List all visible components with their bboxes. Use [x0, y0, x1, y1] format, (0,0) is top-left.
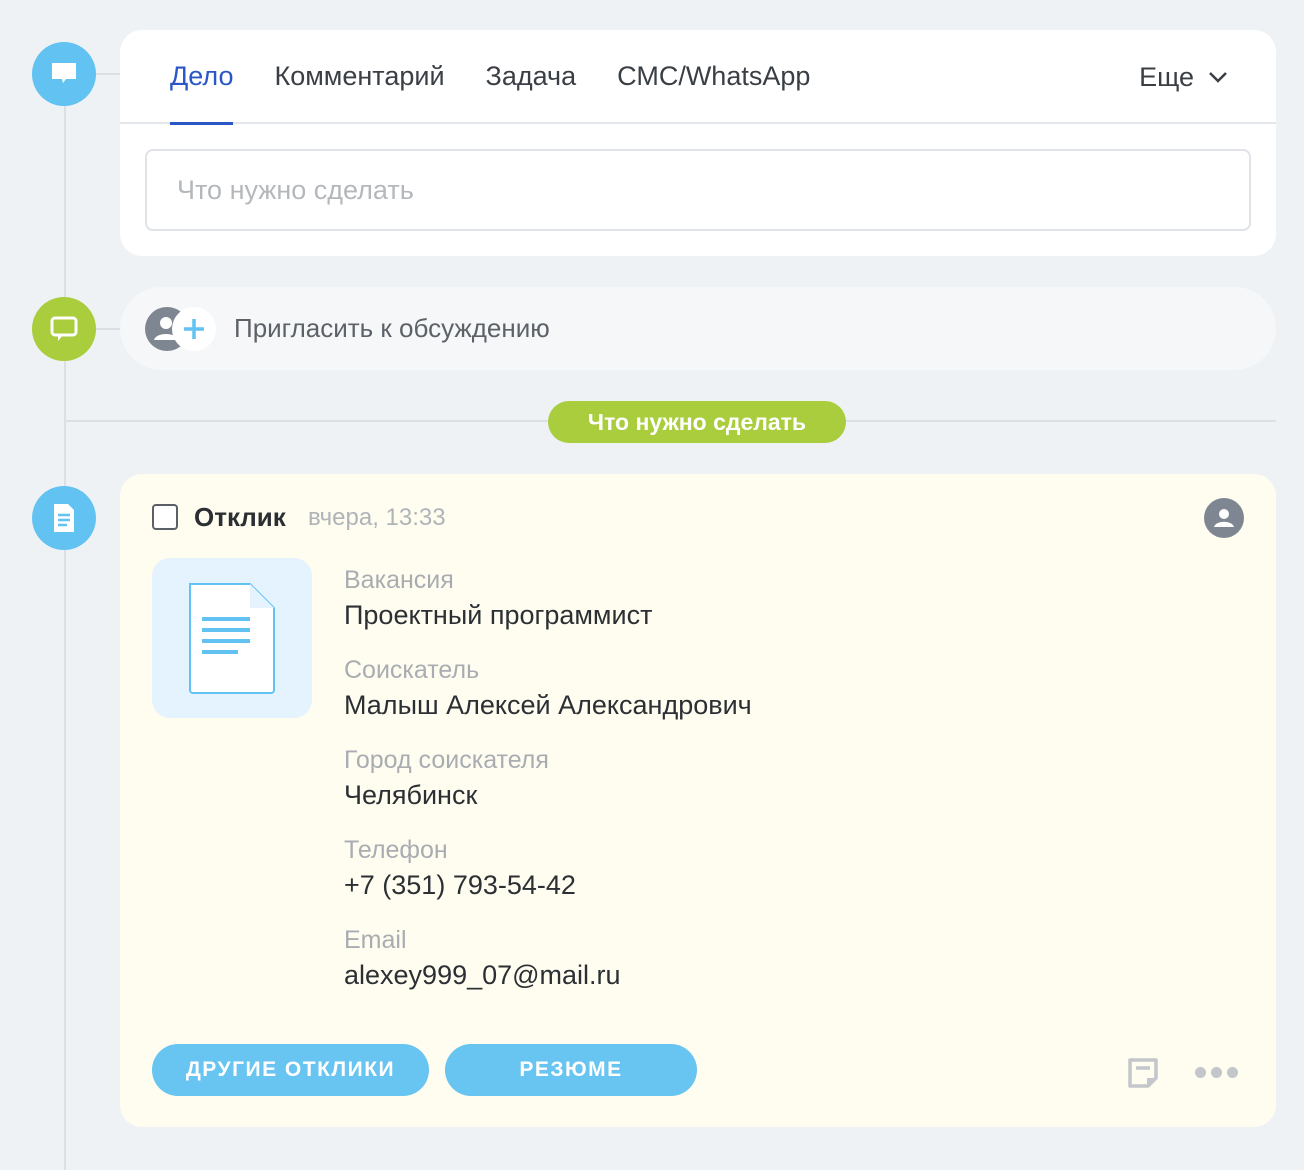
activity-editor: Дело Комментарий Задача СМС/WhatsApp Еще [120, 30, 1276, 256]
city-value: Челябинск [344, 780, 478, 810]
tab-comment[interactable]: Комментарий [274, 29, 444, 123]
invite-label: Пригласить к обсуждению [234, 313, 550, 343]
invite-to-discussion[interactable]: Пригласить к обсуждению [120, 287, 1276, 370]
document-icon [32, 486, 96, 550]
more-dropdown[interactable]: Еще [1139, 30, 1228, 124]
chat-icon [32, 297, 96, 361]
add-user-icon [145, 306, 216, 351]
tab-delo[interactable]: Дело [170, 29, 234, 125]
entry-fields: Вакансия Проектный программист Соискател… [344, 566, 752, 1016]
section-badge: Что нужно сделать [548, 401, 846, 443]
field-label: Вакансия [344, 566, 454, 594]
entry-title: Отклик [194, 502, 286, 532]
more-options-icon[interactable] [1195, 1067, 1238, 1078]
tab-sms-whatsapp[interactable]: СМС/WhatsApp [617, 29, 810, 123]
more-label: Еще [1139, 61, 1194, 92]
applicant-value: Малыш Алексей Александрович [344, 690, 752, 720]
timeline-connector [96, 73, 120, 75]
field-label: Email [344, 926, 407, 954]
task-input[interactable] [145, 149, 1251, 231]
note-icon[interactable] [1126, 1056, 1160, 1095]
tab-bar: Дело Комментарий Задача СМС/WhatsApp Еще [120, 29, 1276, 125]
user-avatar-icon[interactable] [1204, 498, 1244, 538]
comment-bubble-icon [32, 42, 96, 106]
timeline-connector [96, 328, 120, 330]
field-label: Телефон [344, 836, 448, 864]
complete-checkbox[interactable] [152, 504, 178, 530]
chevron-down-icon [1209, 72, 1227, 83]
field-label: Соискатель [344, 656, 480, 684]
other-responses-button[interactable]: ДРУГИЕ ОТКЛИКИ [152, 1044, 429, 1096]
email-value[interactable]: alexey999_07@mail.ru [344, 960, 752, 1016]
resume-button[interactable]: РЕЗЮМЕ [445, 1044, 697, 1096]
vacancy-value: Проектный программист [344, 600, 653, 630]
response-entry: Отклик вчера, 13:33 Вакансия Проектный п… [120, 474, 1276, 1127]
document-thumbnail-icon [152, 558, 312, 718]
tab-task[interactable]: Задача [486, 29, 577, 123]
timeline-line [64, 70, 66, 1170]
field-label: Город соискателя [344, 746, 549, 774]
phone-value[interactable]: +7 (351) 793-54-42 [344, 870, 752, 926]
entry-time: вчера, 13:33 [308, 504, 446, 531]
